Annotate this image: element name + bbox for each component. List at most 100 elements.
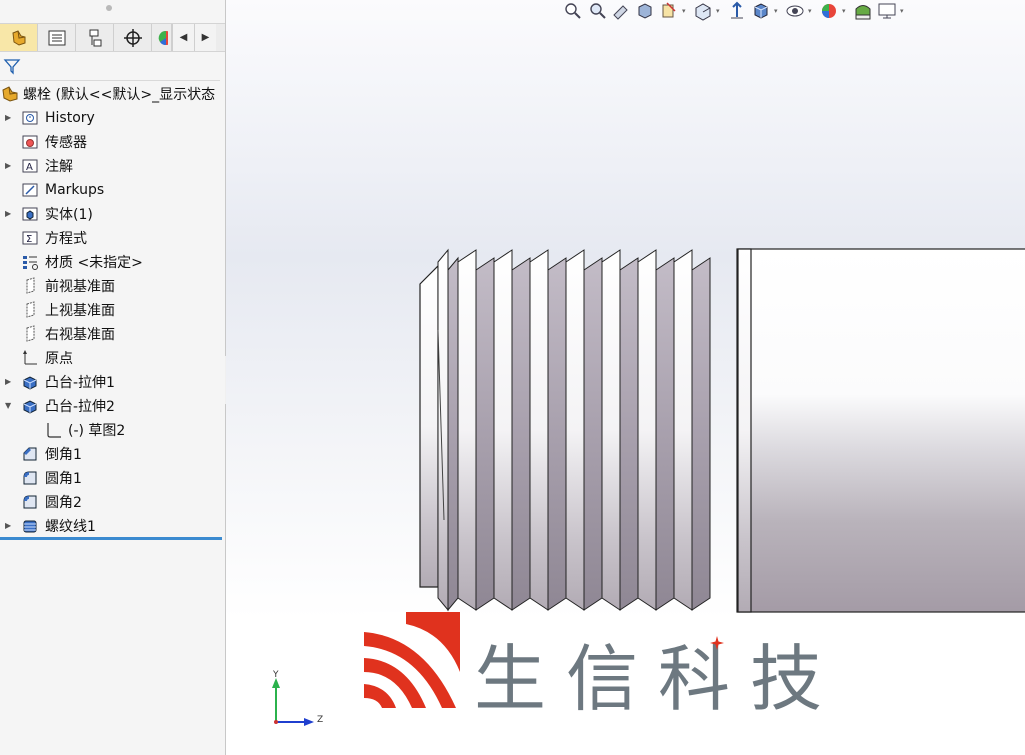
tree-item[interactable]: 圆角1 [0,466,224,490]
chamfer-icon [21,445,39,463]
tree-item[interactable]: 圆角2 [0,490,224,514]
watermark-logo [364,612,460,708]
expand-arrow-icon[interactable]: ▶ [5,114,13,122]
configurationmanager-tab[interactable] [76,24,114,51]
propertymanager-icon [48,30,65,45]
sensors-folder-icon [21,133,39,151]
tree-item-label: 圆角2 [45,495,82,511]
tree-item[interactable]: (-) 草图2 [0,418,224,442]
tree-item[interactable]: ▼ 凸台-拉伸2 [0,394,224,418]
tree-item-label: 前视基准面 [45,279,115,295]
dimxpert-icon [123,28,142,47]
thread-groove [547,257,567,611]
plane-icon [21,277,39,295]
annotations-folder-icon: A [21,157,39,175]
collapse-arrow-icon[interactable]: ▼ [5,402,13,410]
thread-groove [511,257,531,611]
part-icon [2,86,18,102]
tree-item[interactable]: Markups [0,178,224,202]
configurationmanager-icon [89,29,101,46]
thread-crest [493,249,513,611]
fillet-icon [21,493,39,511]
watermark-text: 生信科技 [474,637,843,721]
expand-arrow-icon[interactable]: ▶ [5,210,13,218]
tree-item-label: Markups [45,182,105,198]
tree-item-label: 螺纹线1 [45,519,96,535]
tree-root-part[interactable]: 螺栓 (默认<<默认>_显示状态 [0,82,224,106]
tree-item[interactable]: ▶ 凸台-拉伸1 [0,370,224,394]
expand-arrow-icon[interactable]: ▶ [5,522,13,530]
tree-item-label: 凸台-拉伸2 [45,399,115,415]
tree-item-label: 实体(1) [45,207,93,223]
dimxpert-tab[interactable] [114,24,152,51]
boss-extrude-icon [21,373,39,391]
triad-y-label: Y [273,670,279,680]
tree-item[interactable]: ▶ 实体(1) [0,202,224,226]
thread-crest [637,249,657,611]
thread-teeth [437,248,711,612]
boss-extrude-icon [21,397,39,415]
reference-triad: Y Z [266,670,336,730]
thread-crest [601,249,621,611]
logo-star-icon [710,636,724,650]
markups-folder-icon [21,181,39,199]
feature-manager-panel: ◀ ▶ 螺栓 (默认<<默认>_显示状态 ▶ History 传感器 ▶ A 注解 Mark… [0,0,226,755]
feature-tree: ▶ History 传感器 ▶ A 注解 Markups ▶ 实体(1) Σ 方程式材质 <未指定>… [0,106,224,538]
thread-icon [21,517,39,535]
featuremanager-tab[interactable] [0,24,38,51]
tree-item-label: History [45,110,95,126]
thread-groove [619,257,639,611]
tree-item[interactable]: ▶ A 注解 [0,154,224,178]
expand-arrow-icon[interactable]: ▶ [5,162,13,170]
thread-crest [565,249,585,611]
thread-crest [673,249,693,611]
origin-icon [21,349,39,367]
svg-text:Σ: Σ [26,234,32,245]
tree-item[interactable]: ▶ 螺纹线1 [0,514,224,538]
propertymanager-tab[interactable] [38,24,76,51]
thread-groove [583,257,603,611]
panel-grip[interactable] [106,5,112,11]
tree-item[interactable]: Σ 方程式 [0,226,224,250]
tree-item[interactable]: 倒角1 [0,442,224,466]
thread-crest [457,249,477,611]
featuremanager-icon [11,29,25,46]
filter-row[interactable] [0,51,220,81]
tree-item[interactable]: ▶ History [0,106,224,130]
thread-groove [475,257,495,611]
tree-item[interactable]: 右视基准面 [0,322,224,346]
sketch-icon [45,421,63,439]
appearance-tab[interactable] [152,24,172,51]
plane-icon [21,301,39,319]
graphics-viewport[interactable]: ▾ ▾ ▾ ▾ ▾ ▾ 生信科技 Y Z [226,0,1025,755]
thread-crest [437,248,449,612]
tree-item[interactable]: 材质 <未指定> [0,250,224,274]
expand-arrow-icon[interactable]: ▶ [5,378,13,386]
equations-folder-icon: Σ [21,229,39,247]
appearance-icon [158,30,168,45]
tree-item[interactable]: 前视基准面 [0,274,224,298]
tabs-scroll-right-button[interactable]: ▶ [194,24,216,51]
plane-icon [21,325,39,343]
tree-item-label: 原点 [45,351,73,367]
tree-item[interactable]: 原点 [0,346,224,370]
svg-text:A: A [26,162,33,173]
tree-item-label: 方程式 [45,231,87,247]
history-folder-icon [21,109,39,127]
thread-groove [655,257,675,611]
tree-item[interactable]: 上视基准面 [0,298,224,322]
tree-item-label: 右视基准面 [45,327,115,343]
tabs-scroll-left-button[interactable]: ◀ [172,24,194,51]
tree-item-label: 凸台-拉伸1 [45,375,115,391]
solid-bodies-folder-icon [21,205,39,223]
thread-crest [529,249,549,611]
tree-item-label: 传感器 [45,135,87,151]
rollback-bar[interactable] [0,537,222,540]
filter-icon[interactable] [3,57,21,75]
tree-item[interactable]: 传感器 [0,130,224,154]
tree-item-label: 注解 [45,159,73,175]
material-icon [21,253,39,271]
logo-mark-icon [364,612,460,708]
root-label: 螺栓 (默认<<默认>_显示状态 [23,87,216,103]
tree-item-label: (-) 草图2 [68,423,126,439]
